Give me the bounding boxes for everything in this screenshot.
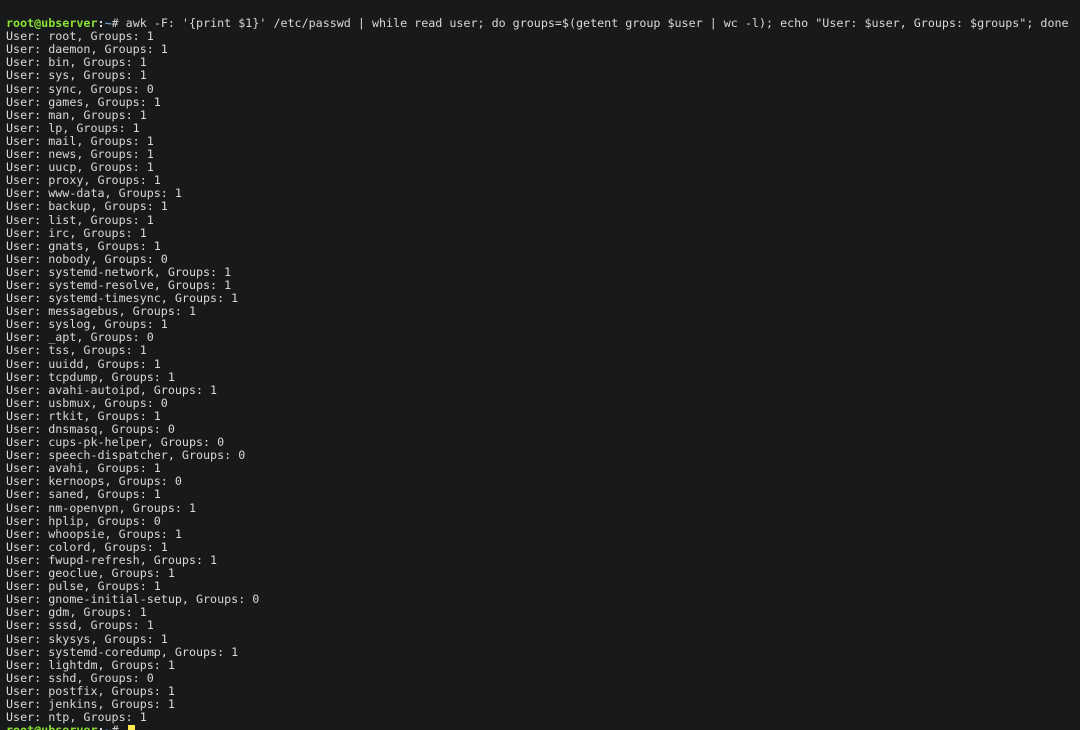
- output-line: User: tcpdump, Groups: 1: [6, 371, 1074, 384]
- output-line: User: _apt, Groups: 0: [6, 331, 1074, 344]
- output-line: User: colord, Groups: 1: [6, 541, 1074, 554]
- prompt-cwd: ~: [105, 16, 112, 30]
- output-line: User: sys, Groups: 1: [6, 69, 1074, 82]
- cursor-icon: [128, 725, 135, 730]
- output-line: User: nobody, Groups: 0: [6, 253, 1074, 266]
- prompt-symbol: #: [112, 723, 119, 730]
- command-text: awk -F: '{print $1}' /etc/passwd | while…: [126, 16, 1069, 30]
- output-line: User: lightdm, Groups: 1: [6, 659, 1074, 672]
- output-line: User: sshd, Groups: 0: [6, 672, 1074, 685]
- output-line: User: backup, Groups: 1: [6, 200, 1074, 213]
- output-line: User: kernoops, Groups: 0: [6, 475, 1074, 488]
- output-line: User: jenkins, Groups: 1: [6, 698, 1074, 711]
- terminal-window[interactable]: root@ubserver:~# awk -F: '{print $1}' /e…: [0, 0, 1080, 730]
- prompt-user-host: root@ubserver: [6, 723, 97, 730]
- output-line: User: daemon, Groups: 1: [6, 43, 1074, 56]
- next-prompt-line[interactable]: root@ubserver:~#: [6, 724, 1074, 730]
- command-output: User: root, Groups: 1User: daemon, Group…: [6, 30, 1074, 724]
- output-line: User: sssd, Groups: 1: [6, 619, 1074, 632]
- prompt-symbol: #: [112, 16, 119, 30]
- prompt-user-host: root@ubserver: [6, 16, 97, 30]
- output-line: User: sync, Groups: 0: [6, 83, 1074, 96]
- output-line: User: uuidd, Groups: 1: [6, 358, 1074, 371]
- output-line: User: irc, Groups: 1: [6, 227, 1074, 240]
- output-line: User: systemd-coredump, Groups: 1: [6, 646, 1074, 659]
- prompt-colon: :: [97, 723, 104, 730]
- output-line: User: list, Groups: 1: [6, 214, 1074, 227]
- command-line: root@ubserver:~# awk -F: '{print $1}' /e…: [6, 17, 1074, 30]
- output-line: User: speech-dispatcher, Groups: 0: [6, 449, 1074, 462]
- output-line: User: gnome-initial-setup, Groups: 0: [6, 593, 1074, 606]
- output-line: User: syslog, Groups: 1: [6, 318, 1074, 331]
- output-line: User: geoclue, Groups: 1: [6, 567, 1074, 580]
- output-line: User: gnats, Groups: 1: [6, 240, 1074, 253]
- output-line: User: avahi-autoipd, Groups: 1: [6, 384, 1074, 397]
- output-line: User: postfix, Groups: 1: [6, 685, 1074, 698]
- prompt-colon: :: [97, 16, 104, 30]
- output-line: User: games, Groups: 1: [6, 96, 1074, 109]
- output-line: User: ntp, Groups: 1: [6, 711, 1074, 724]
- prompt-cwd: ~: [105, 723, 112, 730]
- output-line: User: saned, Groups: 1: [6, 488, 1074, 501]
- output-line: User: tss, Groups: 1: [6, 344, 1074, 357]
- output-line: User: skysys, Groups: 1: [6, 633, 1074, 646]
- output-line: User: hplip, Groups: 0: [6, 515, 1074, 528]
- output-line: User: man, Groups: 1: [6, 109, 1074, 122]
- output-line: User: gdm, Groups: 1: [6, 606, 1074, 619]
- output-line: User: lp, Groups: 1: [6, 122, 1074, 135]
- output-line: User: nm-openvpn, Groups: 1: [6, 502, 1074, 515]
- output-line: User: news, Groups: 1: [6, 148, 1074, 161]
- output-line: User: systemd-network, Groups: 1: [6, 266, 1074, 279]
- output-line: User: bin, Groups: 1: [6, 56, 1074, 69]
- output-line: User: usbmux, Groups: 0: [6, 397, 1074, 410]
- output-line: User: mail, Groups: 1: [6, 135, 1074, 148]
- output-line: User: whoopsie, Groups: 1: [6, 528, 1074, 541]
- output-line: User: uucp, Groups: 1: [6, 161, 1074, 174]
